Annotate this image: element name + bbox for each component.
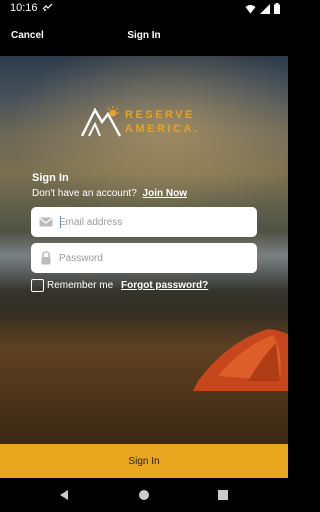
signal-icon	[260, 3, 270, 14]
envelope-icon	[39, 217, 53, 227]
password-input[interactable]	[59, 243, 249, 273]
lock-icon	[41, 251, 51, 265]
status-time: 10:16	[10, 2, 38, 14]
remember-me-checkbox[interactable]	[31, 279, 44, 292]
notification-icon	[42, 3, 53, 11]
page-title: Sign In	[127, 30, 161, 41]
remember-me-label: Remember me	[47, 280, 114, 291]
reserve-america-logo: RESERVE AMERICA.	[80, 104, 210, 140]
system-nav-bar	[0, 478, 288, 512]
status-bar: 10:16	[0, 0, 288, 18]
form-heading: Sign In	[32, 172, 69, 184]
no-account-text: Don't have an account?	[32, 188, 137, 199]
recent-apps-icon[interactable]	[218, 490, 228, 500]
join-now-link[interactable]: Join Now	[143, 188, 187, 199]
no-account-prompt: Don't have an account? Join Now	[32, 188, 187, 199]
home-icon[interactable]	[139, 490, 149, 500]
mountain-logo-icon	[80, 106, 122, 137]
logo-text-line2: AMERICA.	[125, 123, 200, 135]
battery-icon	[274, 3, 280, 14]
sign-in-button[interactable]: Sign In	[0, 444, 288, 478]
forgot-password-link[interactable]: Forgot password?	[121, 280, 208, 291]
status-icons	[245, 3, 280, 14]
back-icon[interactable]	[58, 489, 70, 501]
email-input[interactable]	[59, 207, 249, 237]
logo-text-line1: RESERVE	[125, 109, 195, 121]
password-field[interactable]	[31, 243, 257, 273]
wifi-icon	[245, 4, 256, 13]
app-bar: Cancel Sign In	[0, 18, 288, 56]
tent-image	[193, 329, 288, 391]
email-field[interactable]	[31, 207, 257, 237]
